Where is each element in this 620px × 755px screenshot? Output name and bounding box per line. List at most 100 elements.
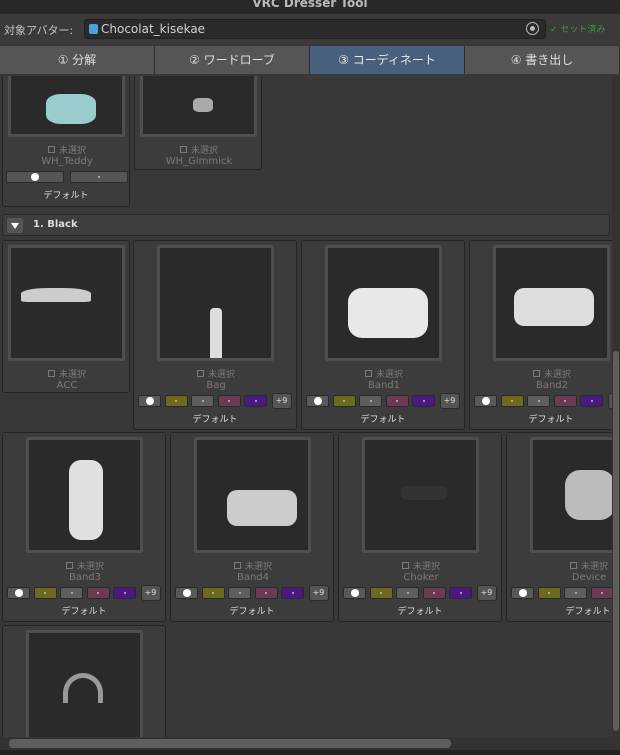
horizontal-scrollbar[interactable] — [0, 737, 620, 750]
more-variants-button[interactable]: +9 — [308, 585, 329, 601]
avatar-field[interactable]: Chocolat_kisekae — [84, 19, 546, 39]
vertical-scroll-thumb[interactable] — [613, 351, 619, 731]
more-variants-button[interactable]: +9 — [476, 585, 497, 601]
color-variant-mauve[interactable] — [422, 587, 446, 599]
checkbox-icon[interactable] — [233, 562, 241, 569]
checkbox-icon[interactable] — [47, 370, 55, 377]
color-variant-mauve[interactable] — [385, 395, 409, 407]
unselected-checkbox[interactable]: 未選択 — [135, 143, 263, 156]
color-variant-white[interactable] — [6, 171, 64, 183]
tab-coordinate[interactable]: ③ コーディネート — [310, 46, 465, 74]
color-variant-olive[interactable] — [33, 587, 57, 599]
color-variant-gray[interactable] — [396, 587, 419, 599]
checkbox-icon[interactable] — [196, 370, 204, 377]
more-variants-button[interactable]: +9 — [140, 585, 161, 601]
item-thumbnail[interactable] — [157, 245, 274, 361]
color-variant-purple[interactable] — [449, 587, 472, 599]
color-variant-white[interactable] — [7, 587, 30, 599]
item-thumbnail[interactable] — [325, 245, 442, 361]
color-variant-purple[interactable] — [281, 587, 304, 599]
more-variants-button[interactable]: +9 — [271, 393, 292, 409]
color-variant-white[interactable] — [474, 395, 497, 407]
color-variant-purple[interactable] — [113, 587, 136, 599]
item-card[interactable]: 未選択 WH_Gimmick — [134, 76, 262, 170]
color-variant-olive[interactable] — [500, 395, 524, 407]
item-card[interactable]: 未選択Device+9デフォルト — [506, 432, 612, 622]
item-thumbnail[interactable] — [8, 245, 125, 361]
item-name: Band4 — [236, 572, 270, 583]
color-variant-purple[interactable] — [580, 395, 603, 407]
unselected-checkbox[interactable]: 未選択 — [525, 559, 612, 572]
checkbox-icon[interactable] — [532, 370, 540, 377]
checkbox-icon[interactable] — [65, 562, 73, 569]
color-variant-white[interactable] — [343, 587, 366, 599]
color-variant-mauve[interactable] — [217, 395, 241, 407]
checkbox-icon[interactable] — [401, 562, 409, 569]
color-variant-mauve[interactable] — [86, 587, 110, 599]
unselected-checkbox[interactable]: 未選択 — [3, 367, 131, 380]
color-variant-gray[interactable] — [564, 587, 587, 599]
item-card[interactable]: 未選択 Choker +9 デフォルト — [338, 432, 502, 622]
item-thumbnail[interactable] — [362, 437, 479, 553]
unselected-checkbox[interactable]: 未選択 — [152, 367, 280, 380]
color-variant-white[interactable] — [138, 395, 161, 407]
color-variant-white[interactable] — [511, 587, 534, 599]
item-card[interactable]: 未選択 WH_Teddy デフォルト — [2, 76, 130, 207]
unselected-checkbox[interactable]: 未選択 — [320, 367, 448, 380]
horizontal-scroll-thumb[interactable] — [9, 739, 451, 748]
unselected-checkbox[interactable]: 未選択 — [3, 143, 131, 156]
swatch-dot-icon — [98, 176, 100, 178]
color-variant-olive[interactable] — [369, 587, 393, 599]
swatch-dot-icon — [254, 400, 257, 402]
color-variant-mauve[interactable] — [590, 587, 612, 599]
item-thumbnail[interactable] — [493, 245, 610, 361]
unselected-checkbox[interactable]: 未選択 — [21, 559, 149, 572]
tab-decompose[interactable]: ① 分解 — [0, 46, 155, 74]
checkbox-icon[interactable] — [569, 562, 577, 569]
color-variant-olive[interactable] — [537, 587, 561, 599]
item-card[interactable]: 未選択 Band3 +9 デフォルト — [2, 432, 166, 622]
tab-wardrobe[interactable]: ② ワードローブ — [155, 46, 310, 74]
swatch-dot-icon — [182, 589, 191, 597]
unselected-checkbox[interactable]: 未選択 — [357, 559, 485, 572]
color-variant-mauve[interactable] — [254, 587, 278, 599]
vertical-scrollbar[interactable] — [612, 76, 620, 737]
color-variant-gray[interactable] — [527, 395, 550, 407]
item-card[interactable]: 未選択 Band4 +9 デフォルト — [170, 432, 334, 622]
unselected-checkbox[interactable]: 未選択 — [488, 367, 612, 380]
color-variant-gray[interactable] — [359, 395, 382, 407]
color-variant-purple[interactable] — [244, 395, 267, 407]
object-picker-icon[interactable] — [526, 22, 539, 35]
color-variant-gray[interactable] — [60, 587, 83, 599]
item-card[interactable]: 未選択 ACC — [2, 240, 130, 393]
color-variant-gray[interactable] — [191, 395, 214, 407]
color-variant-olive[interactable] — [164, 395, 188, 407]
more-variants-button[interactable]: +9 — [439, 393, 460, 409]
unselected-checkbox[interactable]: 未選択 — [189, 559, 317, 572]
color-variant-gray[interactable] — [70, 171, 128, 183]
item-card[interactable]: 未選択 Band1 +9 デフォルト — [301, 240, 465, 430]
item-thumbnail[interactable] — [26, 630, 143, 737]
color-variant-mauve[interactable] — [553, 395, 577, 407]
color-variant-white[interactable] — [175, 587, 198, 599]
item-thumbnail[interactable] — [530, 437, 612, 553]
color-variant-white[interactable] — [306, 395, 329, 407]
color-variant-gray[interactable] — [228, 587, 251, 599]
item-thumbnail[interactable] — [194, 437, 311, 553]
item-card[interactable]: 未選択 Bag +9 デフォルト — [133, 240, 297, 430]
item-thumbnail[interactable] — [140, 76, 257, 137]
checkbox-icon[interactable] — [364, 370, 372, 377]
color-variant-purple[interactable] — [412, 395, 435, 407]
tab-export[interactable]: ④ 書き出し — [465, 46, 620, 74]
section-header[interactable]: 1. Black — [2, 214, 610, 236]
checkbox-icon[interactable] — [47, 146, 55, 153]
item-card[interactable] — [2, 625, 166, 737]
checkbox-icon[interactable] — [179, 146, 187, 153]
item-thumbnail[interactable] — [26, 437, 143, 553]
collapse-toggle-icon[interactable] — [7, 218, 23, 233]
color-variant-olive[interactable] — [332, 395, 356, 407]
item-card[interactable]: 未選択Band2+9デフォルト — [469, 240, 612, 430]
color-variant-olive[interactable] — [201, 587, 225, 599]
item-thumbnail[interactable] — [8, 76, 125, 137]
swatch-dot-icon — [97, 592, 99, 594]
